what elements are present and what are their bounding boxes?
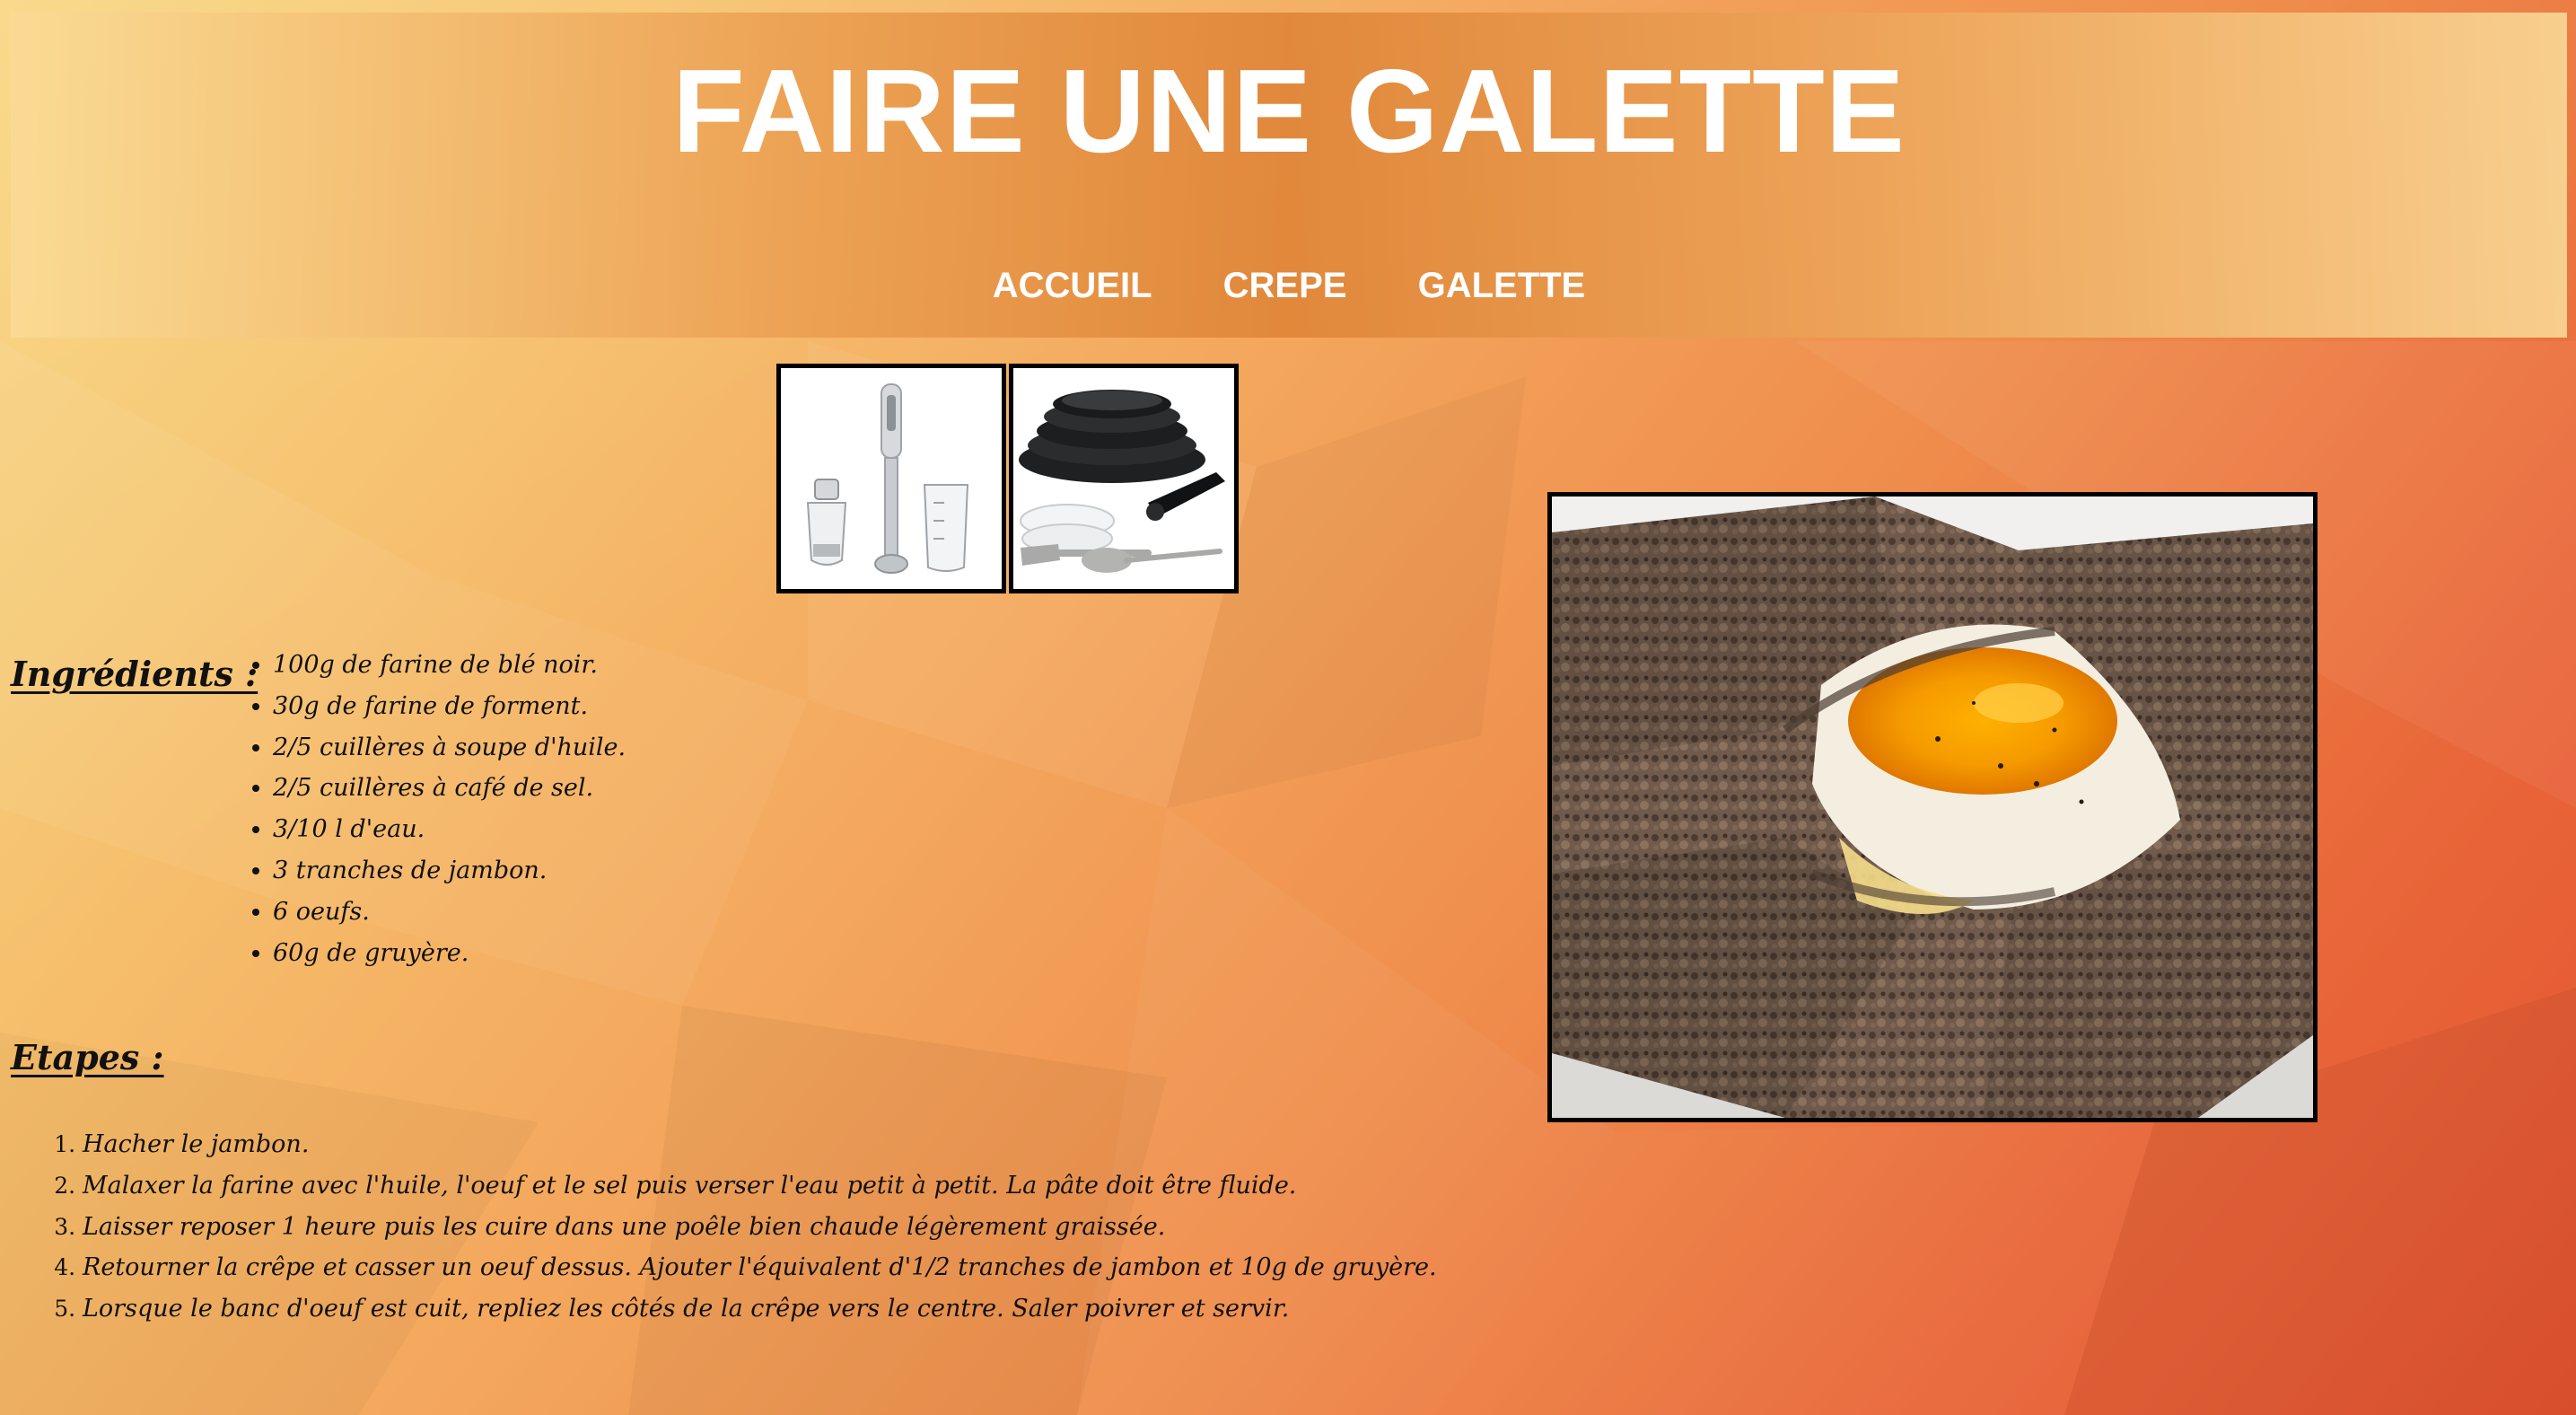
ingredient-item: 30g de farine de forment. xyxy=(273,686,626,727)
ingredient-item: 60g de gruyère. xyxy=(273,933,626,974)
ingredient-item: 2/5 cuillères à café de sel. xyxy=(273,768,626,809)
etapes-heading: Etapes : xyxy=(11,1037,164,1077)
ingredient-item: 6 oeufs. xyxy=(273,892,626,933)
etapes-list: Hacher le jambon. Malaxer la farine avec… xyxy=(36,1124,1437,1330)
nav-link-accueil[interactable]: ACCUEIL xyxy=(993,260,1152,311)
ingredients-list: 100g de farine de blé noir. 30g de farin… xyxy=(223,645,626,973)
galette-photo xyxy=(1547,492,2318,1122)
etape-item: Laisser reposer 1 heure puis les cuire d… xyxy=(83,1207,1437,1248)
etape-item: Hacher le jambon. xyxy=(83,1124,1437,1165)
nav-link-galette[interactable]: GALETTE xyxy=(1418,260,1586,311)
etape-item: Lorsque le banc d'oeuf est cuit, repliez… xyxy=(83,1288,1437,1330)
main-nav: ACCUEIL CREPE GALETTE xyxy=(11,260,2567,311)
ingredients-heading: Ingrédients : xyxy=(11,654,258,694)
ingredient-item: 3 tranches de jambon. xyxy=(273,850,626,892)
cookware-thumbnail xyxy=(1009,364,1239,593)
etape-item: Retourner la crêpe et casser un oeuf des… xyxy=(83,1247,1437,1288)
site-title: FAIRE UNE GALETTE xyxy=(672,45,1906,177)
site-header: FAIRE UNE GALETTE ACCUEIL CREPE GALETTE xyxy=(11,13,2567,338)
ingredient-item: 3/10 l d'eau. xyxy=(273,809,626,850)
etape-item: Malaxer la farine avec l'huile, l'oeuf e… xyxy=(83,1165,1437,1207)
ingredient-item: 100g de farine de blé noir. xyxy=(273,645,626,686)
blender-thumbnail xyxy=(776,364,1006,593)
ingredient-item: 2/5 cuillères à soupe d'huile. xyxy=(273,727,626,769)
nav-link-crepe[interactable]: CREPE xyxy=(1223,260,1347,311)
